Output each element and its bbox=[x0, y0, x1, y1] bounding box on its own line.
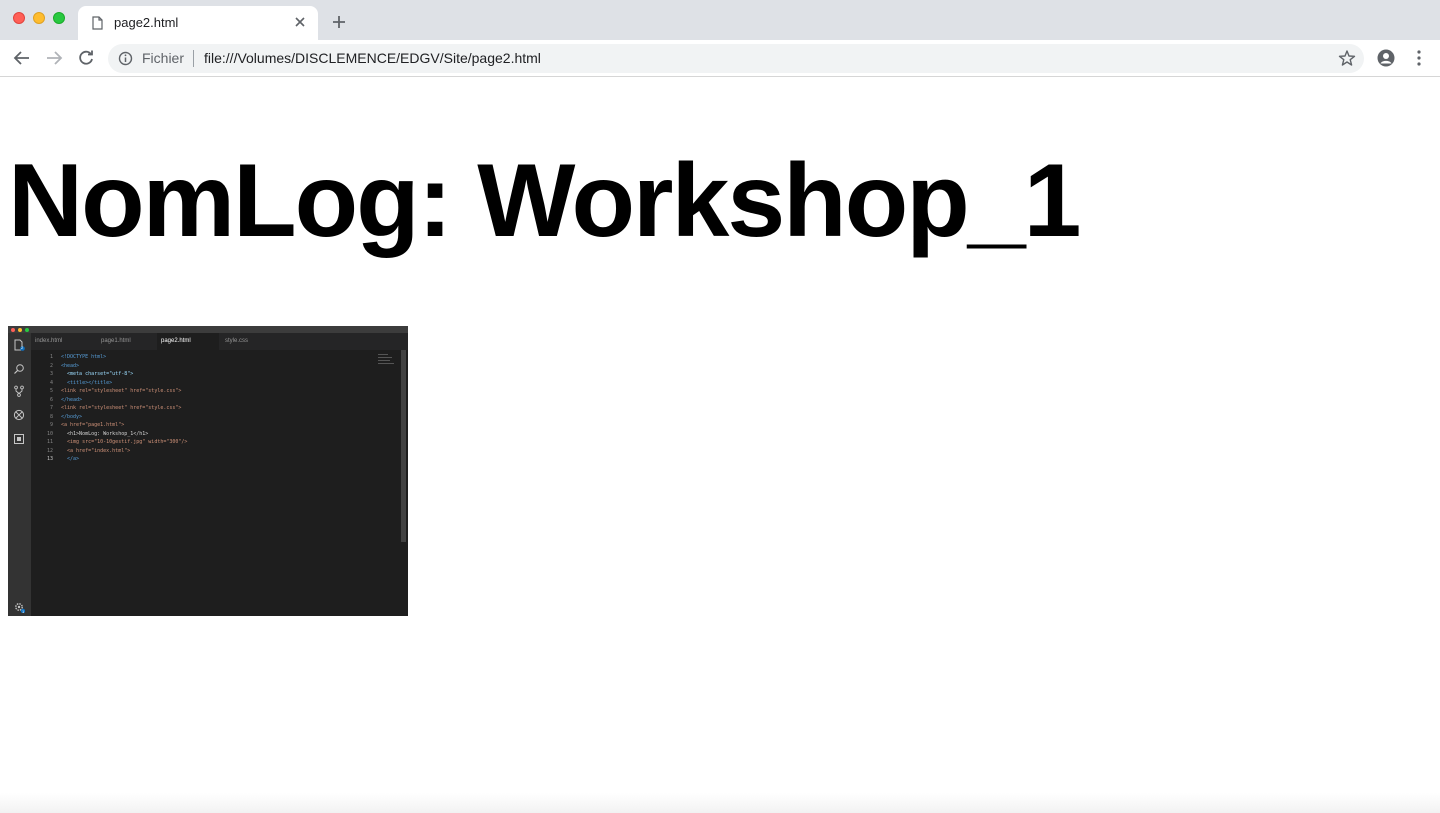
address-bar[interactable]: Fichier file:///Volumes/DISCLEMENCE/EDGV… bbox=[108, 44, 1364, 73]
image-tab-active: page2.html bbox=[157, 333, 219, 350]
zoom-window-button[interactable] bbox=[53, 12, 65, 24]
page-heading: NomLog: Workshop_1 bbox=[8, 143, 1081, 259]
forward-arrow-icon[interactable] bbox=[44, 48, 64, 68]
line-number: 9 bbox=[49, 422, 53, 428]
code-line: </head> bbox=[61, 396, 83, 403]
image-titlebar bbox=[8, 326, 408, 333]
scheme-label: Fichier bbox=[142, 50, 185, 66]
bookmark-star-icon[interactable] bbox=[1338, 49, 1356, 67]
image-close-dot bbox=[11, 328, 15, 332]
line-number: 7 bbox=[49, 405, 53, 411]
code-line: <a href="index.html"> bbox=[61, 447, 131, 454]
code-line: <!DOCTYPE html> bbox=[61, 354, 107, 360]
back-arrow-icon[interactable] bbox=[12, 48, 32, 68]
line-number: 13 bbox=[46, 456, 53, 462]
line-number: 6 bbox=[49, 396, 53, 403]
more-menu-icon[interactable] bbox=[1409, 48, 1429, 68]
file-icon bbox=[92, 16, 103, 30]
browser-tab-active[interactable]: page2.html bbox=[78, 6, 318, 40]
embedded-screenshot-image: 2 index.html page1.html page2.html style… bbox=[8, 326, 408, 616]
line-number: 2 bbox=[49, 362, 53, 369]
line-number: 4 bbox=[49, 379, 53, 386]
reload-icon[interactable] bbox=[76, 48, 96, 68]
image-tab: page1.html bbox=[101, 338, 131, 344]
image-activity-bar: 2 bbox=[8, 333, 31, 616]
image-editor-tabs: index.html page1.html page2.html style.c… bbox=[31, 333, 408, 350]
gear-badge: 1 bbox=[22, 609, 25, 614]
explorer-badge: 2 bbox=[21, 345, 24, 350]
info-icon[interactable] bbox=[118, 51, 133, 66]
address-separator bbox=[193, 50, 194, 67]
code-line: <meta charset="utf-8"> bbox=[61, 371, 134, 377]
code-line: <a href="page1.html"> bbox=[61, 422, 125, 428]
image-zoom-dot bbox=[25, 328, 29, 332]
code-line: </a> bbox=[61, 456, 80, 462]
line-number: 10 bbox=[46, 430, 53, 437]
line-number: 11 bbox=[46, 439, 53, 445]
line-number: 5 bbox=[49, 388, 53, 394]
page-content: NomLog: Workshop_1 2 index.html page1.ht… bbox=[0, 77, 1440, 813]
line-number: 3 bbox=[49, 371, 53, 377]
browser-toolbar: Fichier file:///Volumes/DISCLEMENCE/EDGV… bbox=[0, 40, 1440, 77]
image-minimap bbox=[378, 352, 396, 364]
source-control-icon bbox=[14, 385, 24, 397]
code-line: <head> bbox=[61, 362, 80, 369]
window-bottom-edge bbox=[0, 793, 1440, 813]
image-tab: index.html bbox=[35, 338, 63, 344]
code-line: <h1>NomLog: Workshop_1</h1> bbox=[61, 430, 149, 437]
new-tab-icon[interactable] bbox=[330, 13, 348, 31]
close-tab-icon[interactable] bbox=[292, 14, 308, 30]
minimize-window-button[interactable] bbox=[33, 12, 45, 24]
extensions-icon bbox=[14, 434, 24, 444]
profile-icon[interactable] bbox=[1376, 48, 1396, 68]
image-scrollbar bbox=[401, 350, 406, 542]
line-number: 1 bbox=[49, 354, 53, 360]
image-tab: style.css bbox=[225, 338, 249, 344]
debug-icon bbox=[13, 409, 25, 421]
code-line: <link rel="stylesheet" href="style.css"> bbox=[61, 388, 182, 394]
line-number: 8 bbox=[49, 413, 53, 420]
tab-strip: page2.html bbox=[0, 0, 1440, 40]
url-text[interactable]: file:///Volumes/DISCLEMENCE/EDGV/Site/pa… bbox=[204, 50, 541, 66]
code-line: <link rel="stylesheet" href="style.css"> bbox=[61, 405, 182, 411]
code-line: <title></title> bbox=[61, 379, 113, 386]
close-window-button[interactable] bbox=[13, 12, 25, 24]
line-number: 12 bbox=[46, 447, 53, 454]
code-line: <img src="10-10gestif.jpg" width="300"/> bbox=[61, 439, 188, 445]
code-line: </body> bbox=[61, 413, 83, 420]
search-icon bbox=[14, 364, 24, 374]
image-minimize-dot bbox=[18, 328, 22, 332]
tab-title: page2.html bbox=[114, 15, 179, 30]
image-code-editor: 1 2 3 4 5 6 7 8 9 10 11 12 13 <!DOCTYPE … bbox=[31, 350, 408, 616]
